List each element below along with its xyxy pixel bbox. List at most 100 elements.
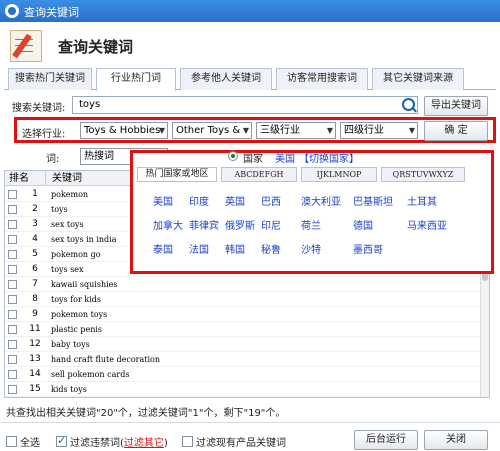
industry-level4-select[interactable]: 四级行业 ▼: [340, 122, 418, 139]
country-link[interactable]: 土耳其: [407, 193, 437, 208]
industry-label: 选择行业:: [22, 129, 66, 140]
country-link[interactable]: 印度: [189, 193, 209, 208]
country-link[interactable]: 菲律宾: [189, 217, 219, 232]
radio-country[interactable]: [228, 151, 238, 161]
row-rank: 14: [29, 369, 41, 379]
country-link[interactable]: 墨西哥: [353, 241, 383, 256]
country-link[interactable]: 澳大利亚: [301, 193, 341, 208]
table-row[interactable]: 14 sell pokemon cards: [5, 367, 481, 382]
country-link[interactable]: 印尼: [261, 217, 281, 232]
industry-level2-value: Other Toys &: [176, 125, 241, 136]
confirm-button[interactable]: 确 定: [424, 121, 488, 141]
row-rank: 15: [29, 384, 41, 394]
tab-industry-hot[interactable]: 行业热门词: [96, 68, 176, 91]
run-background-button[interactable]: 后台运行: [354, 430, 418, 450]
country-link[interactable]: 马来西亚: [407, 217, 447, 232]
country-link[interactable]: 英国: [225, 193, 245, 208]
industry-level2-select[interactable]: Other Toys & ▼: [172, 122, 252, 139]
word-type-value: 热搜词: [84, 151, 114, 162]
popup-tab-a-h[interactable]: ABCDEFGH: [221, 167, 297, 182]
popup-tab-hot-countries[interactable]: 热门国家或地区: [137, 167, 217, 182]
country-link[interactable]: 巴西: [261, 193, 281, 208]
tab-visitor-search[interactable]: 访客常用搜索词: [276, 68, 368, 90]
country-link[interactable]: 韩国: [225, 241, 245, 256]
tab-hot-search[interactable]: 搜索热门关键词: [8, 68, 92, 90]
radio-country-label: 国家: [243, 154, 263, 165]
notepad-pencil-icon: [10, 30, 42, 62]
popup-tab-q-z[interactable]: QRSTUVWXYZ: [381, 167, 465, 182]
table-row[interactable]: 11 plastic penis: [5, 322, 481, 337]
country-link[interactable]: 法国: [189, 241, 209, 256]
row-checkbox[interactable]: [8, 250, 17, 259]
row-checkbox[interactable]: [8, 340, 17, 349]
switch-country-link[interactable]: 【切换国家】: [299, 150, 359, 165]
row-keyword: sex toys in india: [51, 235, 117, 244]
close-button[interactable]: 关闭: [424, 430, 488, 450]
table-row[interactable]: 15 kids toys: [5, 382, 481, 397]
tab-reference-others[interactable]: 参考他人关键词: [180, 68, 272, 90]
row-keyword: pokemon go: [51, 250, 101, 259]
row-keyword: sell pokemon cards: [51, 370, 130, 379]
table-row[interactable]: 7 kawaii squishies: [5, 277, 481, 292]
row-checkbox[interactable]: [8, 355, 17, 364]
window-titlebar: 查询关键词: [0, 0, 500, 22]
table-row[interactable]: 13 hand craft flute decoration: [5, 352, 481, 367]
row-checkbox[interactable]: [8, 235, 17, 244]
industry-level1-select[interactable]: Toys & Hobbies ▼: [80, 122, 168, 139]
filter-banned-label: 过滤违禁词(过滤其它): [70, 434, 168, 449]
row-checkbox[interactable]: [8, 310, 17, 319]
row-checkbox[interactable]: [8, 190, 17, 199]
row-checkbox[interactable]: [8, 220, 17, 229]
country-link[interactable]: 德国: [353, 217, 373, 232]
country-link[interactable]: 美国: [153, 193, 173, 208]
tab-other-sources[interactable]: 其它关键词来源: [372, 68, 464, 90]
search-input[interactable]: toys: [72, 96, 418, 114]
row-checkbox[interactable]: [8, 295, 17, 304]
filter-banned-checkbox[interactable]: [56, 434, 67, 447]
row-rank: 8: [32, 294, 38, 304]
export-keywords-button[interactable]: 导出关键词: [424, 96, 488, 116]
footer-divider: [0, 422, 500, 423]
row-rank: 3: [32, 219, 38, 229]
filter-existing-checkbox[interactable]: [182, 436, 193, 447]
row-rank: 9: [32, 309, 38, 319]
paren-close: ): [163, 438, 168, 449]
select-all-label: 全选: [20, 438, 40, 449]
chevron-down-icon: ▼: [408, 126, 415, 135]
select-all-checkbox[interactable]: [6, 436, 17, 447]
table-row[interactable]: 12 baby toys: [5, 337, 481, 352]
window-title: 查询关键词: [24, 6, 79, 19]
country-link[interactable]: 泰国: [153, 241, 173, 256]
status-summary: 共查找出相关关键词"20"个，过滤关键词"1"个，剩下"19"个。: [6, 408, 286, 419]
country-link[interactable]: 加拿大: [153, 217, 183, 232]
row-rank: 6: [32, 264, 38, 274]
row-keyword: pokemon: [51, 190, 89, 199]
search-icon[interactable]: [402, 98, 415, 111]
popup-tab-i-p[interactable]: IJKLMNOP: [301, 167, 377, 182]
table-row[interactable]: 9 pokemon toys: [5, 307, 481, 322]
filter-other-link[interactable]: 过滤其它: [124, 438, 164, 449]
row-keyword: kawaii squishies: [51, 280, 118, 289]
row-checkbox[interactable]: [8, 205, 17, 214]
industry-level3-select[interactable]: 三级行业 ▼: [256, 122, 336, 139]
table-row[interactable]: 8 toys for kids: [5, 292, 481, 307]
row-checkbox[interactable]: [8, 325, 17, 334]
search-label: 搜索关键词:: [12, 103, 66, 114]
row-rank: 12: [29, 339, 41, 349]
words-label: 词:: [46, 154, 60, 165]
country-link[interactable]: 沙特: [301, 241, 321, 256]
country-link[interactable]: 秘鲁: [261, 241, 281, 256]
row-checkbox[interactable]: [8, 265, 17, 274]
country-link[interactable]: 荷兰: [301, 217, 321, 232]
row-keyword: toys for kids: [51, 295, 101, 304]
filter-existing-label: 过滤现有产品关键词: [196, 438, 286, 449]
row-checkbox[interactable]: [8, 385, 17, 394]
row-keyword: baby toys: [51, 340, 90, 349]
country-link[interactable]: 巴基斯坦: [353, 193, 393, 208]
row-keyword: kids toys: [51, 385, 87, 394]
country-link[interactable]: 俄罗斯: [225, 217, 255, 232]
search-row: 搜索关键词: toys 导出关键词: [0, 96, 500, 116]
row-rank: 7: [32, 279, 38, 289]
row-checkbox[interactable]: [8, 280, 17, 289]
row-checkbox[interactable]: [8, 370, 17, 379]
